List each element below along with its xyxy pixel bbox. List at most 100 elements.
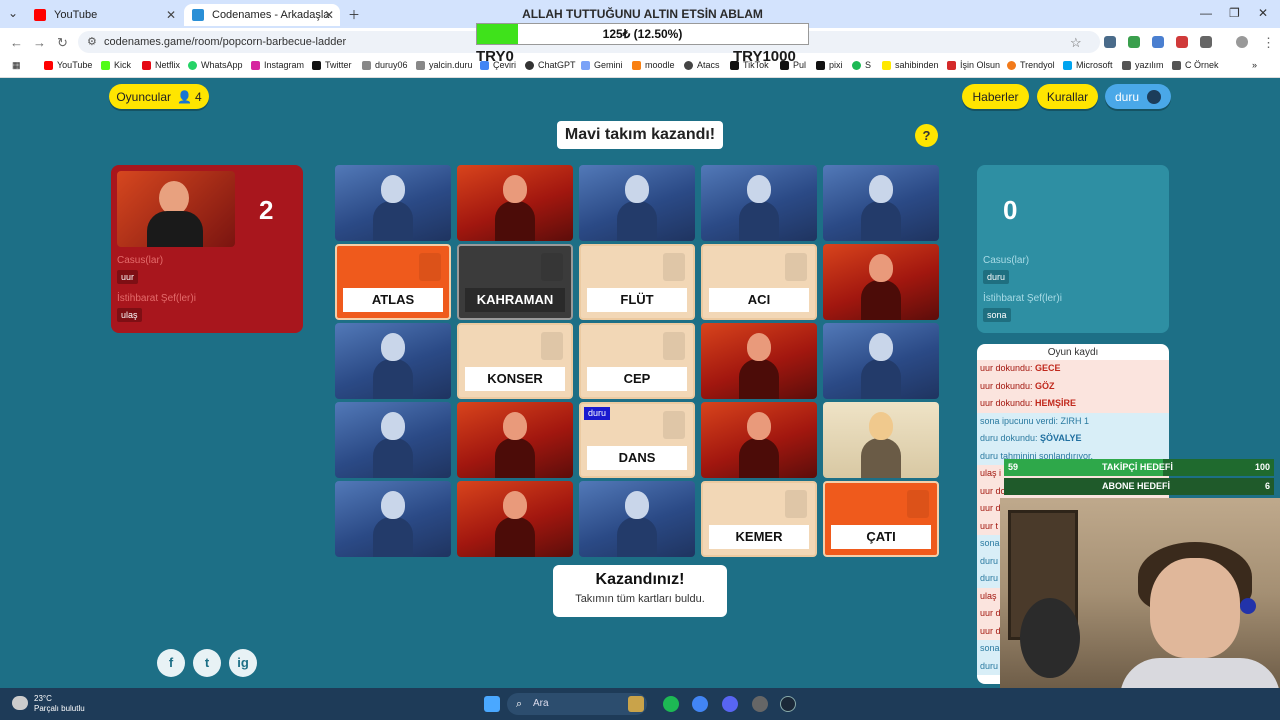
- red-agent-card[interactable]: [701, 402, 817, 478]
- codenames-icon: [192, 9, 204, 21]
- discord-icon[interactable]: [722, 696, 738, 712]
- word-card[interactable]: FLÜT: [579, 244, 695, 320]
- widget-icon[interactable]: [628, 696, 644, 712]
- red-agent-card[interactable]: [457, 402, 573, 478]
- maximize-icon[interactable]: ❐: [1229, 6, 1240, 20]
- tab-search-icon[interactable]: ⌄: [8, 6, 18, 20]
- weather-widget[interactable]: 23°C Parçalı bulutlu: [12, 694, 85, 714]
- blue-agent-card[interactable]: [579, 165, 695, 241]
- rules-button[interactable]: Kurallar: [1037, 84, 1098, 109]
- log-row: uur dokundu: HEMŞİRE: [977, 395, 1169, 413]
- red-agent-card[interactable]: [823, 244, 939, 320]
- reload-icon[interactable]: ↻: [57, 35, 68, 51]
- bookmark-c-ornek[interactable]: C Örnek: [1172, 60, 1219, 70]
- word-card[interactable]: ÇATI: [823, 481, 939, 557]
- players-button[interactable]: Oyuncular 👤 4: [109, 84, 209, 109]
- bookmark-gemini[interactable]: Gemini: [581, 60, 623, 70]
- blue-agent-card[interactable]: [579, 481, 695, 557]
- blue-agent-card[interactable]: [823, 323, 939, 399]
- tab-youtube[interactable]: YouTube ✕: [26, 4, 182, 26]
- start-icon[interactable]: [484, 696, 500, 712]
- facebook-icon[interactable]: f: [157, 649, 185, 677]
- bookmark-atacs[interactable]: Atacs: [684, 60, 720, 70]
- word-card[interactable]: ATLAS: [335, 244, 451, 320]
- bookmark-netflix[interactable]: Netflix: [142, 60, 180, 70]
- site-info-icon[interactable]: ⚙: [87, 31, 97, 53]
- chrome-icon[interactable]: [692, 696, 708, 712]
- apps-icon[interactable]: ▦: [12, 60, 21, 71]
- red-agent-card[interactable]: [457, 481, 573, 557]
- extension-icon[interactable]: [1176, 36, 1188, 48]
- youtube-icon: [34, 9, 46, 21]
- extension-icon[interactable]: [1128, 36, 1140, 48]
- blue-agent-card[interactable]: [823, 165, 939, 241]
- bookmark-chatgpt[interactable]: ChatGPT: [525, 60, 576, 70]
- red-agent-card[interactable]: [701, 323, 817, 399]
- spotify-icon[interactable]: [663, 696, 679, 712]
- taskbar-search[interactable]: ⌕ Ara: [507, 693, 647, 715]
- more-bookmarks-icon[interactable]: »: [1252, 60, 1257, 70]
- agent-figure: [373, 333, 413, 399]
- word-card[interactable]: ACI: [701, 244, 817, 320]
- bookmark-s[interactable]: S: [852, 60, 871, 70]
- weather-desc: Parçalı bulutlu: [34, 704, 85, 713]
- bookmark-pixi[interactable]: pixi: [816, 60, 843, 70]
- forward-icon[interactable]: →: [33, 35, 46, 50]
- user-button[interactable]: duru: [1105, 84, 1171, 109]
- bookmark-trendyol[interactable]: Trendyol: [1007, 60, 1055, 70]
- new-tab-icon[interactable]: ＋: [348, 6, 360, 23]
- extension-icon[interactable]: [1104, 36, 1116, 48]
- blue-agent-card[interactable]: [335, 402, 451, 478]
- profile-avatar[interactable]: [1236, 36, 1248, 48]
- bookmark-yazilim[interactable]: yazılım: [1122, 60, 1164, 70]
- blue-agent-card[interactable]: [335, 481, 451, 557]
- blue-agent-card[interactable]: [335, 323, 451, 399]
- back-icon[interactable]: ←: [10, 35, 23, 50]
- card-word: DANS: [587, 446, 687, 470]
- close-icon[interactable]: ✕: [166, 8, 176, 22]
- extensions-puzzle-icon[interactable]: [1200, 36, 1212, 48]
- log-text: ulaş i: [980, 468, 1002, 478]
- globe-icon: [362, 60, 371, 70]
- bookmark-kick[interactable]: Kick: [101, 60, 131, 70]
- instagram-icon[interactable]: ig: [229, 649, 257, 677]
- log-text: sona: [980, 538, 1000, 548]
- agent-figure: [373, 175, 413, 241]
- word-card[interactable]: KAHRAMAN: [457, 244, 573, 320]
- minimize-icon[interactable]: —: [1200, 6, 1212, 20]
- bookmark-yalcin[interactable]: yalcin.duru: [416, 60, 473, 70]
- word-card[interactable]: CEP: [579, 323, 695, 399]
- close-icon[interactable]: ✕: [324, 8, 334, 22]
- blue-agent-card[interactable]: [701, 165, 817, 241]
- extension-icon[interactable]: [1152, 36, 1164, 48]
- bookmark-microsoft[interactable]: Microsoft: [1063, 60, 1113, 70]
- red-agent-card[interactable]: [457, 165, 573, 241]
- help-button[interactable]: ?: [915, 124, 938, 147]
- blue-agent-card[interactable]: [335, 165, 451, 241]
- donation-title: ALLAH TUTTUĞUNU ALTIN ETSİN ABLAM: [522, 7, 763, 21]
- folder-icon: [1172, 60, 1181, 70]
- tab-codenames[interactable]: Codenames - Arkadaşlarınızla ç ✕: [184, 4, 340, 26]
- bookmark-twitter[interactable]: Twitter: [312, 60, 352, 70]
- bookmark-youtube[interactable]: YouTube: [44, 60, 92, 70]
- bookmark-moodle[interactable]: moodle: [632, 60, 675, 70]
- menu-icon[interactable]: ⋮: [1262, 35, 1275, 51]
- bookmark-star-icon[interactable]: ☆: [1070, 35, 1082, 51]
- weather-temp: 23°C: [34, 694, 52, 703]
- bookmark-whatsapp[interactable]: WhatsApp: [188, 60, 243, 70]
- word-card[interactable]: KONSER: [457, 323, 573, 399]
- bookmark-instagram[interactable]: Instagram: [251, 60, 304, 70]
- spotify-icon: [852, 60, 861, 70]
- window-close-icon[interactable]: ✕: [1258, 6, 1268, 20]
- steam-icon[interactable]: [780, 696, 796, 712]
- bookmark-sahibinden[interactable]: sahibinden: [882, 60, 939, 70]
- twitter-icon[interactable]: t: [193, 649, 221, 677]
- obs-icon[interactable]: [752, 696, 768, 712]
- bookmark-duruy06[interactable]: duruy06: [362, 60, 408, 70]
- bookmark-isin-olsun[interactable]: İşin Olsun: [947, 60, 1000, 70]
- log-text: uur d: [980, 625, 1001, 636]
- word-card[interactable]: DANS duru: [579, 402, 695, 478]
- bystander-card[interactable]: [823, 402, 939, 478]
- news-button[interactable]: Haberler: [962, 84, 1029, 109]
- word-card[interactable]: KEMER: [701, 481, 817, 557]
